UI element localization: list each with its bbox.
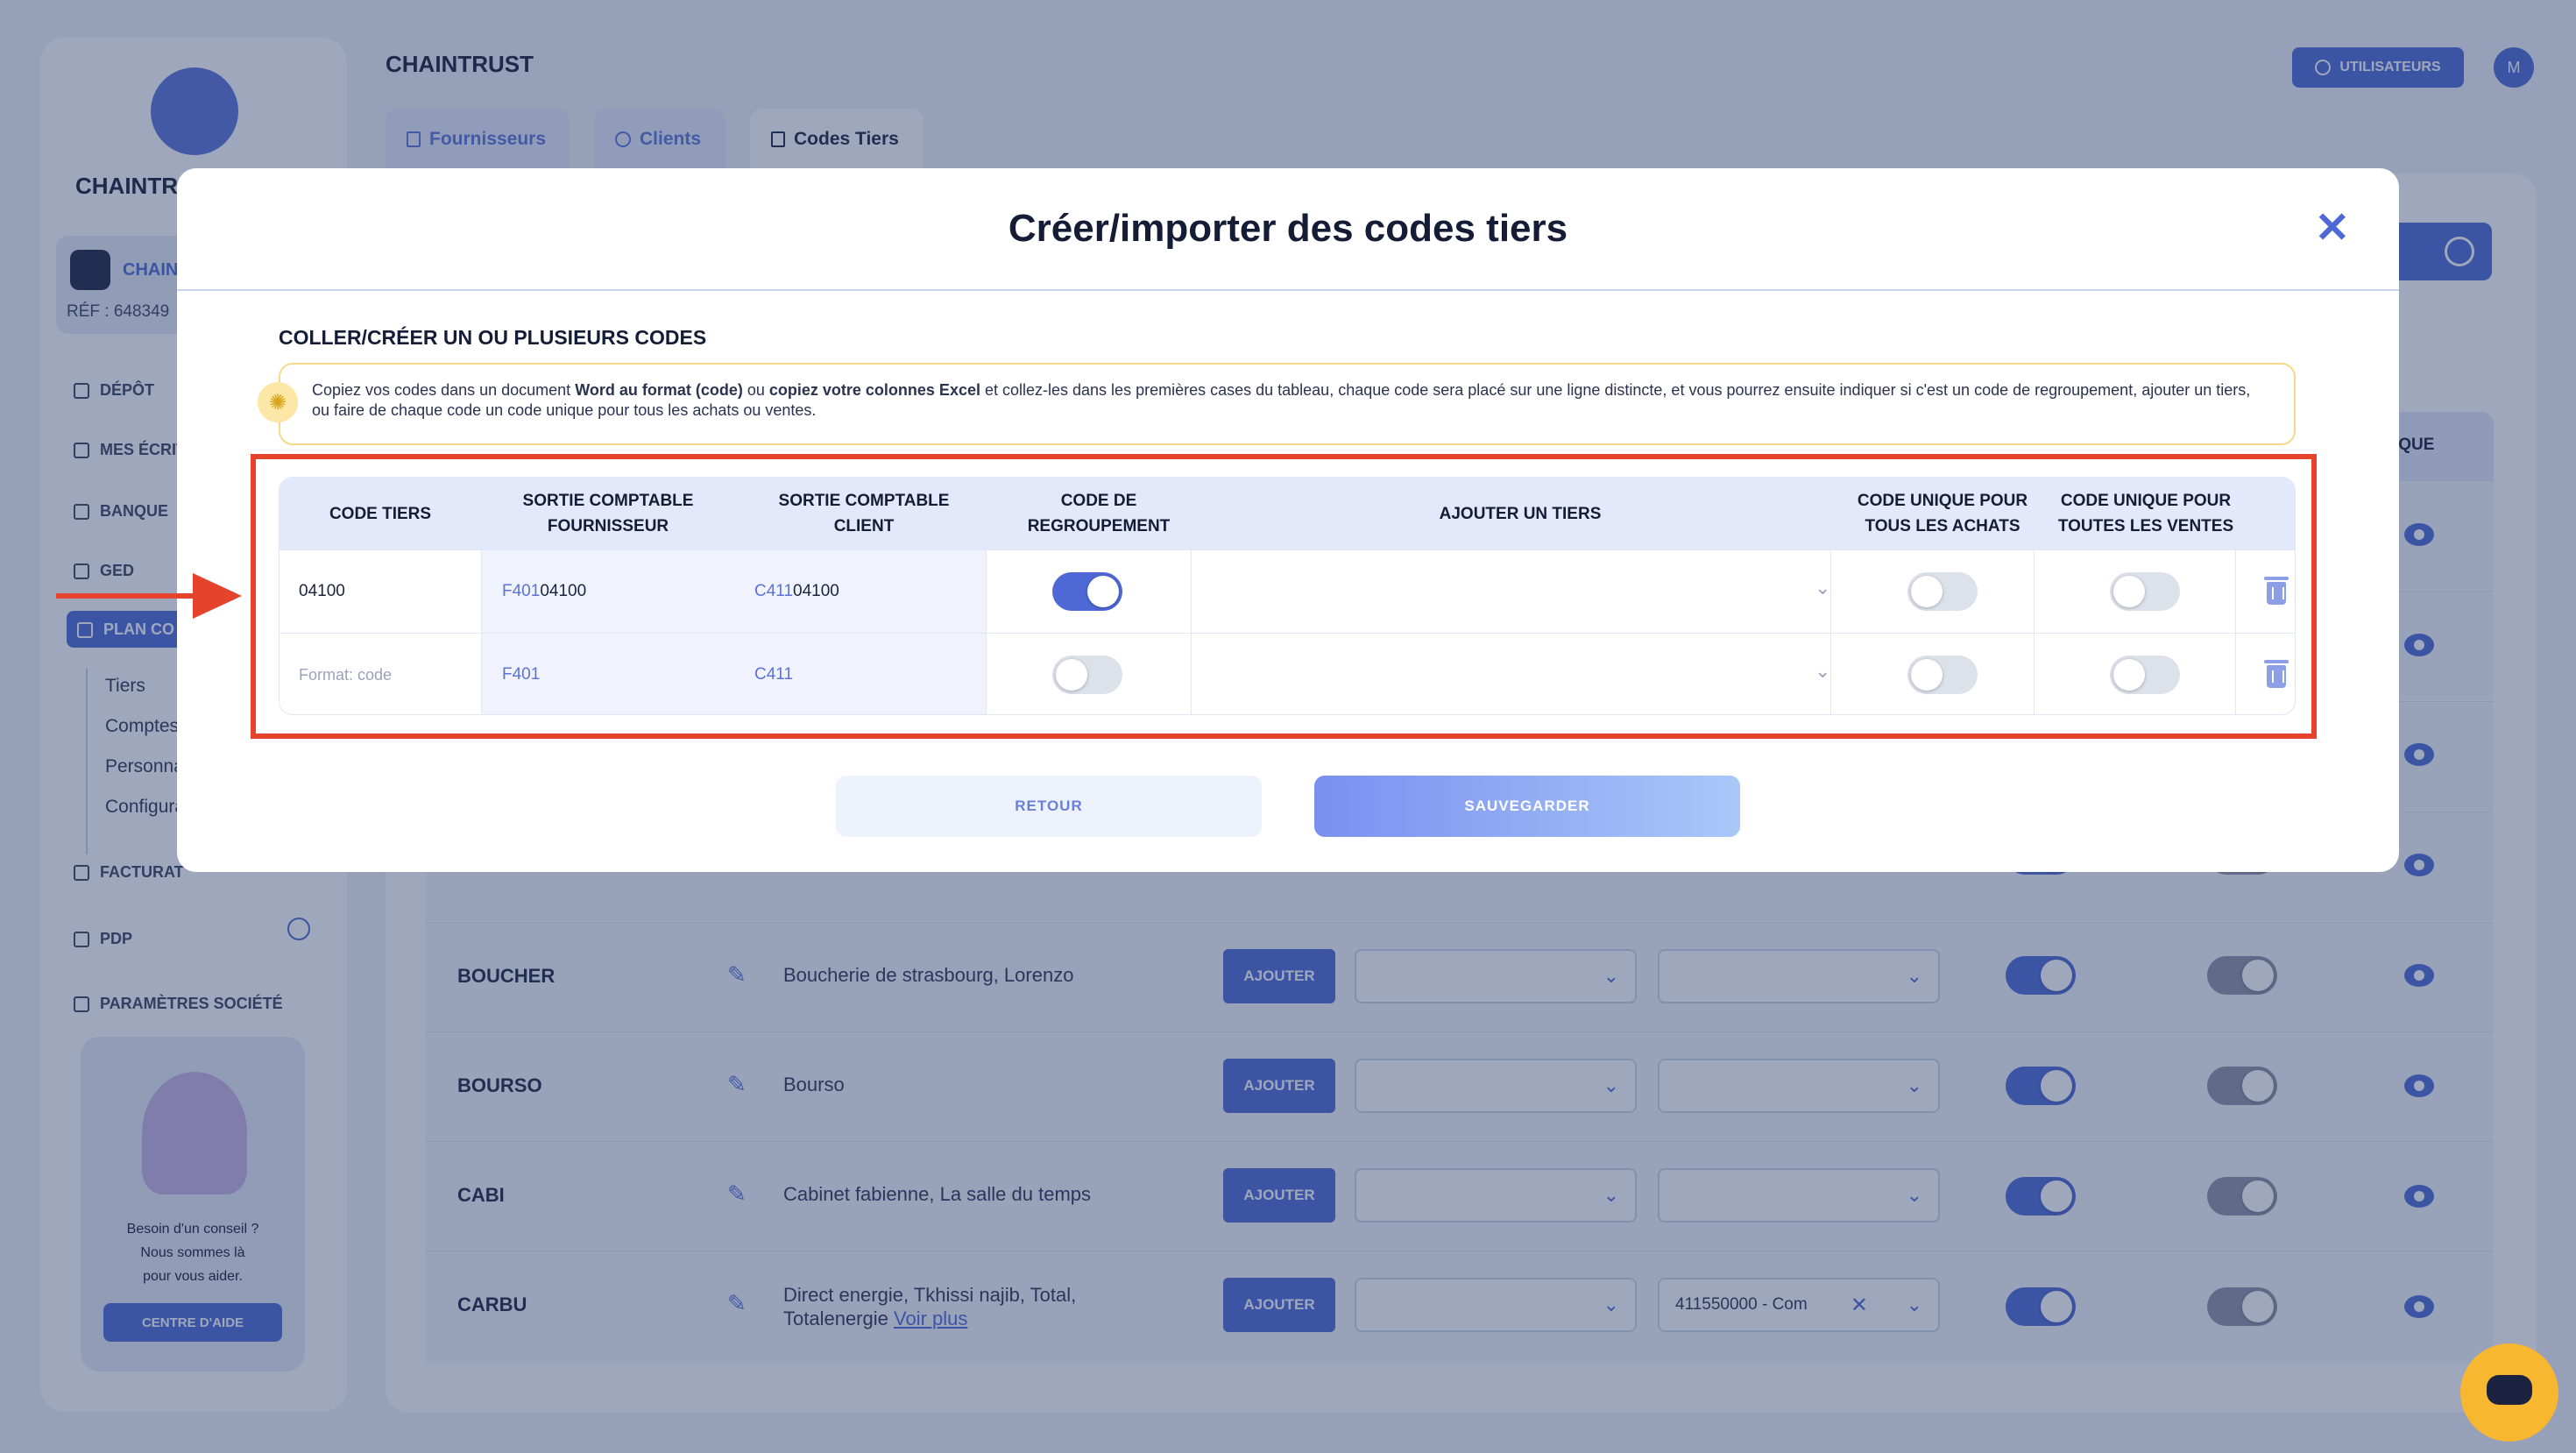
chat-icon [2487, 1375, 2532, 1405]
back-button[interactable]: RETOUR [836, 776, 1262, 837]
close-icon[interactable]: ✕ [2315, 203, 2350, 252]
highlight-frame [251, 454, 2317, 739]
info-box: Copiez vos codes dans un document Word a… [279, 363, 2296, 445]
info-bold: copiez votre colonnes Excel [768, 381, 980, 399]
info-bold: Word au format (code) [575, 381, 743, 399]
lightbulb-icon: ✺ [258, 382, 298, 422]
arrow-head-icon [193, 573, 242, 619]
divider [177, 289, 2399, 291]
chat-bubble-button[interactable] [2460, 1343, 2558, 1442]
section-title: COLLER/CRÉER UN OU PLUSIEURS CODES [279, 326, 707, 349]
save-button[interactable]: SAUVEGARDER [1314, 776, 1740, 837]
info-text: ou [742, 381, 769, 399]
info-text: Copiez vos codes dans un document [312, 381, 576, 399]
arrow-icon [56, 593, 196, 599]
modal-title: Créer/importer des codes tiers [1008, 207, 1568, 250]
